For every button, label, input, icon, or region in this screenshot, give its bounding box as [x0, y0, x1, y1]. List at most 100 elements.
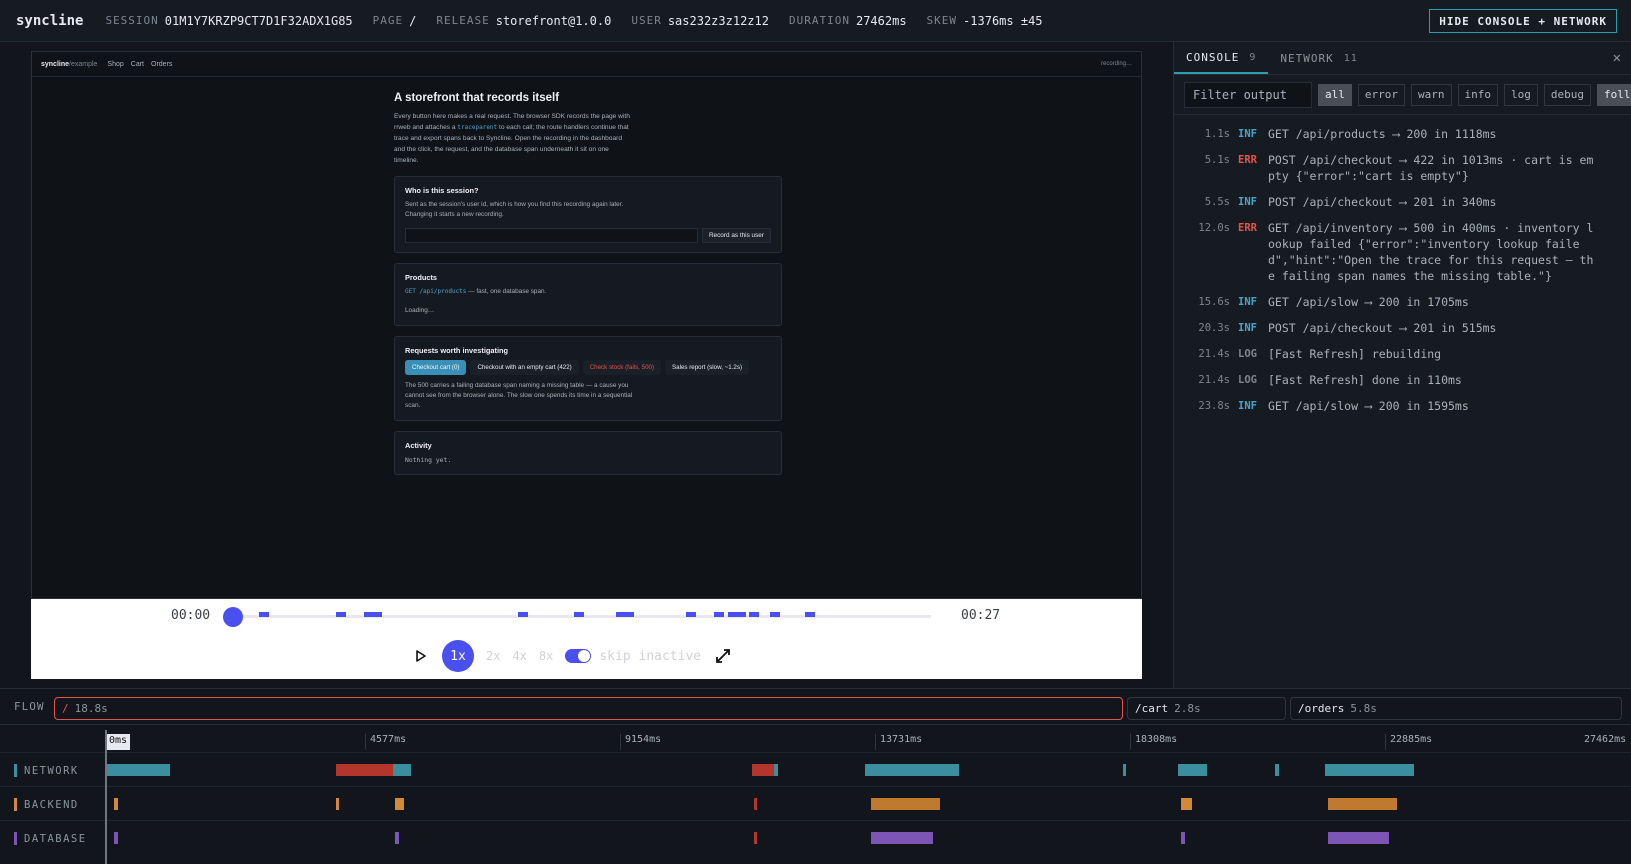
span-bar[interactable]	[1181, 832, 1186, 844]
follow-button[interactable]: follow	[1597, 83, 1631, 106]
skip-inactive-toggle[interactable]	[565, 649, 592, 663]
user-label: USER	[631, 14, 662, 27]
span-bar[interactable]	[392, 764, 411, 776]
user-value: sas232z3z12z12	[667, 13, 769, 28]
skew-label: SKEW	[926, 14, 958, 27]
span-bar[interactable]	[1181, 798, 1193, 810]
tab-network[interactable]: NETWORK 11	[1268, 42, 1369, 74]
span-bar[interactable]	[336, 764, 393, 776]
ruler-tick: 9154ms	[620, 734, 661, 750]
entry-level: INF	[1238, 296, 1257, 308]
tab-console[interactable]: CONSOLE 9	[1174, 42, 1269, 74]
entry-level: INF	[1238, 322, 1257, 334]
span-bar[interactable]	[1178, 764, 1208, 776]
hide-console-network-button[interactable]: HIDE CONSOLE + NETWORK	[1429, 9, 1617, 33]
ruler-tick: 22885ms	[1385, 734, 1432, 750]
route-orders[interactable]: /orders 5.8s	[1290, 697, 1622, 720]
console-entry[interactable]: 15.6s INF GET /api/slow ⟶ 200 in 1705ms	[1174, 289, 1631, 315]
check-stock-button: Check stock (fails, 500)	[582, 360, 662, 375]
level-debug-button[interactable]: debug	[1543, 83, 1591, 106]
speed-1x-button[interactable]: 1x	[442, 640, 474, 672]
ruler-tick: 27462ms	[1584, 734, 1627, 745]
speed-8x-button[interactable]: 8x	[539, 649, 553, 663]
span-bar[interactable]	[870, 832, 933, 844]
level-info-button[interactable]: info	[1457, 83, 1498, 106]
span-bar[interactable]	[395, 798, 404, 810]
console-entry[interactable]: 21.4s LOG [Fast Refresh] rebuilding	[1174, 341, 1631, 367]
play-button[interactable]	[412, 647, 430, 665]
record-as-user-button: Record as this user	[701, 228, 771, 243]
ruler-tick: 13731ms	[875, 734, 922, 750]
console-entry[interactable]: 1.1s INF GET /api/products ⟶ 200 in 1118ms	[1174, 121, 1631, 147]
span-bar[interactable]	[114, 832, 119, 844]
entry-message: [Fast Refresh] done in 110ms	[1268, 373, 1462, 387]
console-entry[interactable]: 21.4s LOG [Fast Refresh] done in 110ms	[1174, 367, 1631, 393]
span-bar[interactable]	[1122, 764, 1127, 776]
route-home[interactable]: /18.8s	[54, 697, 1123, 720]
event-tick	[574, 612, 584, 617]
activity-heading: Activity	[405, 441, 432, 450]
console-entry[interactable]: 5.5s INF POST /api/checkout ⟶ 201 in 340ms	[1174, 189, 1631, 215]
entry-time: 23.8s	[1198, 400, 1230, 412]
entry-time: 5.5s	[1204, 196, 1230, 208]
speed-4x-button[interactable]: 4x	[512, 649, 526, 663]
timeline-cursor[interactable]	[105, 730, 107, 864]
replay-frame[interactable]: syncline/example Shop Cart Orders record…	[31, 51, 1142, 599]
level-error-button[interactable]: error	[1357, 83, 1405, 106]
duration-value: 27462ms	[855, 13, 907, 28]
activity-card: Activity Nothing yet.	[394, 431, 782, 475]
scrubber-handle[interactable]	[223, 607, 243, 627]
entry-message: GET /api/inventory ⟶ 500 in 400ms · inve…	[1268, 221, 1594, 283]
span-bar[interactable]	[336, 798, 340, 810]
span-bar[interactable]	[114, 798, 119, 810]
page-value: /	[409, 13, 417, 28]
speed-2x-button[interactable]: 2x	[486, 649, 500, 663]
sales-report-button: Sales report (slow, ~1.2s)	[665, 360, 749, 375]
lane-backend: BACKEND	[0, 786, 1631, 820]
lane-network: NETWORK	[0, 752, 1631, 786]
level-log-button[interactable]: log	[1504, 83, 1538, 106]
filter-input[interactable]	[1184, 81, 1312, 108]
console-entry[interactable]: 20.3s INF POST /api/checkout ⟶ 201 in 515m…	[1174, 315, 1631, 341]
span-bar[interactable]	[1275, 764, 1279, 776]
fullscreen-button[interactable]	[713, 646, 733, 666]
span-bar[interactable]	[395, 832, 400, 844]
span-bar[interactable]	[865, 764, 960, 776]
event-tick	[749, 612, 759, 617]
flow-bar: FLOW /18.8s /cart 2.8s /orders 5.8s	[0, 688, 1631, 723]
entry-time: 5.1s	[1204, 154, 1230, 166]
span-bar[interactable]	[754, 832, 758, 844]
entry-time: 15.6s	[1198, 296, 1230, 308]
entry-message: POST /api/checkout ⟶ 201 in 515ms	[1268, 321, 1497, 335]
level-warn-button[interactable]: warn	[1411, 83, 1452, 106]
span-bar[interactable]	[106, 764, 170, 776]
ruler-tick: 4577ms	[365, 734, 406, 750]
span-bar[interactable]	[1328, 798, 1398, 810]
console-entry[interactable]: 12.0s ERR GET /api/inventory ⟶ 500 in 400m…	[1174, 215, 1631, 289]
span-bar[interactable]	[1325, 764, 1414, 776]
level-all-button[interactable]: all	[1318, 83, 1352, 106]
products-heading: Products	[405, 273, 438, 282]
span-bar[interactable]	[1328, 832, 1389, 844]
console-entry[interactable]: 23.8s INF GET /api/slow ⟶ 200 in 1595ms	[1174, 393, 1631, 419]
console-entry[interactable]: 5.1s ERR POST /api/checkout ⟶ 422 in 1013m…	[1174, 147, 1631, 189]
route-cart[interactable]: /cart 2.8s	[1127, 697, 1286, 720]
replay-recording-status: recording…	[1100, 61, 1132, 67]
who-card: Who is this session? Sent as the session…	[394, 176, 782, 253]
event-tick	[616, 612, 634, 617]
play-icon	[416, 650, 426, 662]
span-bar[interactable]	[751, 764, 774, 776]
span-bar[interactable]	[773, 764, 779, 776]
replay-intro: Every button here makes a real request. …	[394, 113, 630, 164]
entry-level: ERR	[1238, 154, 1257, 166]
event-tick	[805, 612, 815, 617]
entry-message: GET /api/slow ⟶ 200 in 1595ms	[1268, 399, 1469, 413]
span-bar[interactable]	[870, 798, 941, 810]
close-icon[interactable]: ✕	[1613, 50, 1621, 66]
release-value: storefront@1.0.0	[495, 13, 612, 28]
replay-nav-cart: Cart	[130, 60, 145, 68]
entry-message: GET /api/products ⟶ 200 in 1118ms	[1268, 127, 1497, 141]
skip-inactive-label: skip inactive	[599, 648, 702, 664]
span-bar[interactable]	[754, 798, 758, 810]
lane-label: NETWORK	[14, 764, 79, 777]
